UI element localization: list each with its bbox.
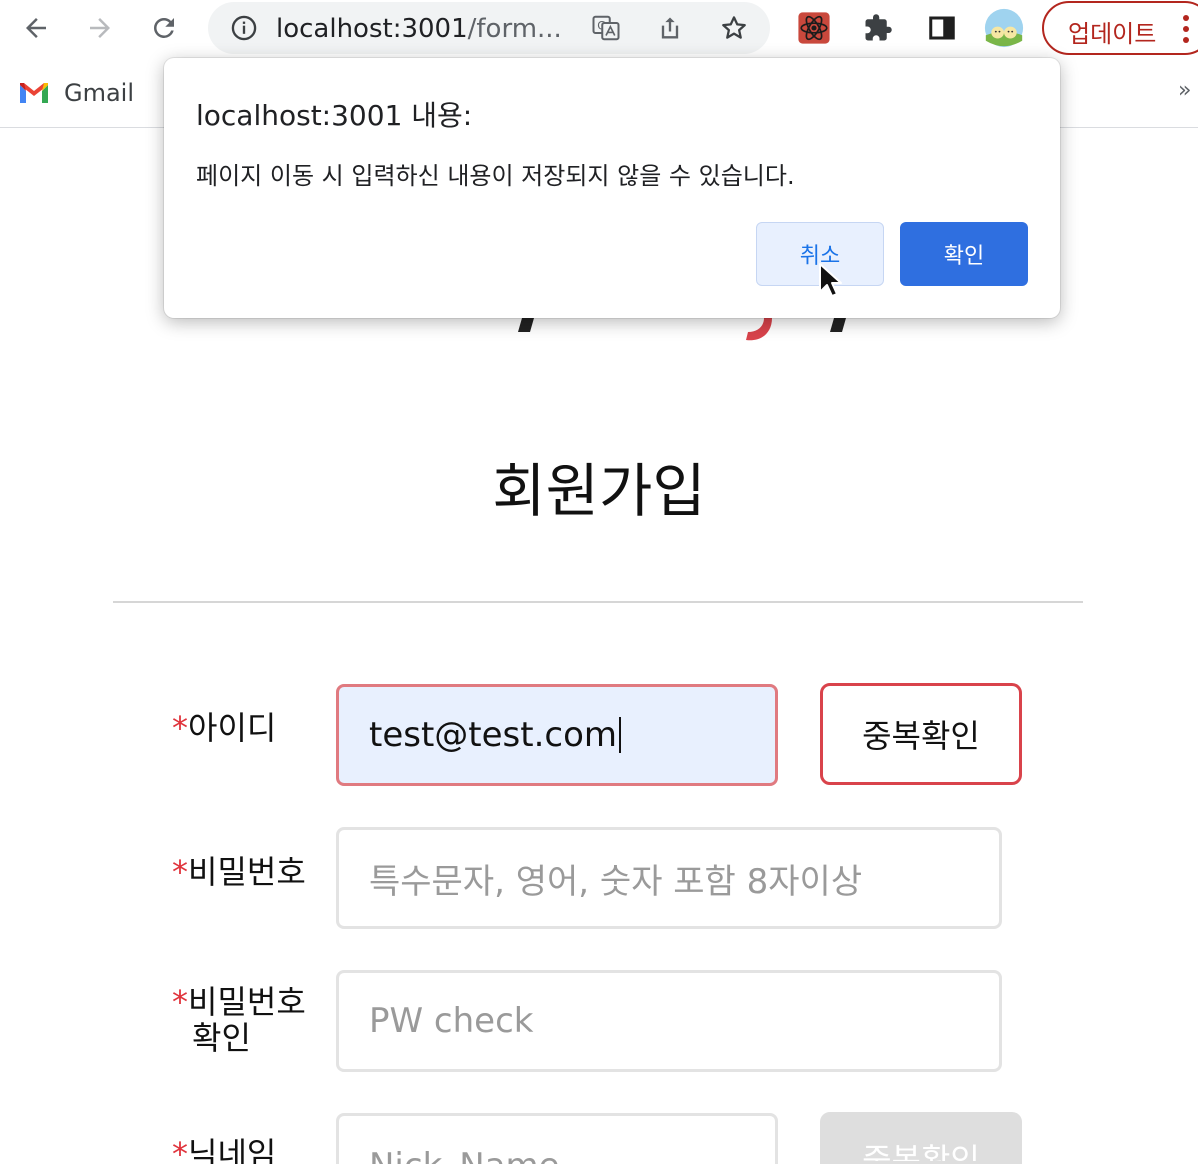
nickname-input[interactable]: Nick_Name [336, 1113, 778, 1164]
bookmarks-overflow-icon[interactable]: » [1178, 78, 1191, 103]
browser-toolbar: localhost:3001/form... G 업데이트 [0, 0, 1198, 58]
confirm-dialog: localhost:3001 내용: 페이지 이동 시 입력하신 내용이 저장되… [164, 58, 1060, 318]
password-confirm-placeholder: PW check [369, 1001, 534, 1041]
password-placeholder: 특수문자, 영어, 숫자 포함 8자이상 [369, 861, 863, 902]
forward-icon[interactable] [80, 8, 120, 48]
bookmark-gmail-label: Gmail [64, 79, 135, 107]
extensions-puzzle-icon[interactable] [858, 8, 898, 48]
id-label: *아이디 [172, 710, 276, 746]
id-duplicate-check-button[interactable]: 중복확인 [820, 683, 1022, 785]
password-label: *비밀번호 [172, 854, 306, 890]
page-title: 회원가입 [492, 457, 706, 525]
text-caret [619, 717, 622, 753]
logo-fragment-left [516, 318, 542, 340]
dialog-title: localhost:3001 내용: [196, 99, 473, 132]
dialog-message: 페이지 이동 시 입력하신 내용이 저장되지 않을 수 있습니다. [196, 162, 795, 190]
update-chrome-button[interactable]: 업데이트 [1042, 1, 1198, 55]
back-icon[interactable] [16, 8, 56, 48]
address-bar[interactable]: localhost:3001/form... G [208, 2, 770, 54]
id-label-text: 아이디 [188, 709, 277, 747]
profile-avatar[interactable] [984, 8, 1024, 48]
required-mark: * [172, 853, 188, 891]
nickname-label: *닉네임 [172, 1136, 276, 1164]
translate-icon[interactable]: G [590, 12, 622, 44]
bookmark-gmail[interactable]: Gmail [18, 76, 134, 110]
password-confirm-input[interactable]: PW check [336, 970, 1002, 1072]
gmail-icon [20, 83, 48, 103]
browser-menu-icon[interactable] [1182, 14, 1190, 44]
ok-button[interactable]: 확인 [900, 222, 1028, 286]
update-chrome-label: 업데이트 [1068, 20, 1157, 48]
react-devtools-extension-icon[interactable] [794, 8, 834, 48]
mouse-cursor-icon [818, 262, 844, 300]
password-input[interactable]: 특수문자, 영어, 숫자 포함 8자이상 [336, 827, 1002, 929]
title-divider [113, 601, 1083, 603]
nickname-duplicate-check-label: 중복확인 [862, 1141, 980, 1164]
side-panel-icon[interactable] [922, 8, 962, 48]
nickname-label-text: 닉네임 [188, 1135, 277, 1164]
password-label-text: 비밀번호 [188, 853, 306, 891]
required-mark: * [172, 709, 188, 747]
password-confirm-label: *비밀번호 확인 [172, 984, 306, 1056]
id-input[interactable]: test@test.com [336, 684, 778, 786]
id-input-value: test@test.com [369, 715, 618, 755]
password-confirm-label-line2: 확인 [192, 1019, 251, 1057]
reload-icon[interactable] [144, 8, 184, 48]
logo-fragment-middle [726, 318, 778, 346]
required-mark: * [172, 983, 188, 1021]
site-info-icon[interactable] [228, 12, 260, 44]
share-icon[interactable] [654, 12, 686, 44]
nickname-placeholder: Nick_Name [369, 1146, 560, 1164]
bookmark-star-icon[interactable] [718, 12, 750, 44]
url-text: localhost:3001/form... [276, 14, 562, 44]
logo-fragment-right [828, 318, 854, 340]
nickname-duplicate-check-button[interactable]: 중복확인 [820, 1112, 1022, 1164]
required-mark: * [172, 1135, 188, 1164]
password-confirm-label-line1: 비밀번호 [188, 983, 306, 1021]
